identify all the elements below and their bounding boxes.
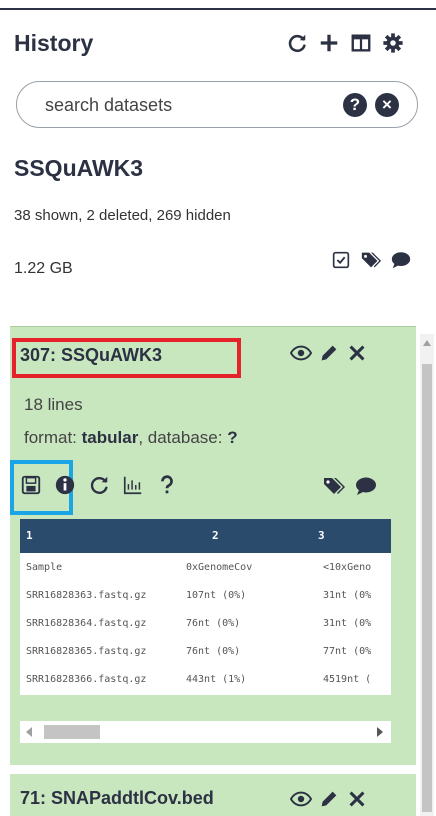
table-cell: SRR16828363.fastq.gz (26, 590, 147, 601)
dataset-title-2[interactable]: 71: SNAPaddtlCov.bed (20, 788, 214, 809)
table-cell: Sample (26, 562, 63, 573)
table-cell: 0xGenomeCov (186, 562, 253, 573)
table-cell: SRR16828366.fastq.gz (26, 674, 147, 685)
history-actions (330, 249, 412, 276)
clear-icon[interactable]: × (375, 93, 399, 117)
refresh-icon[interactable] (284, 29, 310, 57)
search-input[interactable] (45, 92, 305, 118)
dataset-peek-table: 1 2 3 Sample 0xGenomeCov <10xGeno SRR168… (20, 519, 391, 695)
scroll-up-arrow-icon[interactable] (423, 340, 431, 346)
database-label: , database: (138, 428, 223, 447)
columns-icon[interactable] (348, 29, 374, 57)
table-cell: 76nt (0%) (186, 646, 241, 657)
table-cell: 443nt (1%) (186, 674, 247, 685)
table-row: SRR16828365.fastq.gz 76nt (0%) 77nt (0% (20, 637, 391, 665)
table-cell: 4519nt ( (323, 674, 372, 685)
scroll-left-arrow-icon[interactable] (26, 727, 32, 737)
peek-header-row: 1 2 3 (20, 519, 391, 553)
save-icon[interactable] (18, 472, 44, 498)
dataset-actions (289, 342, 368, 369)
format-label: format: (24, 428, 77, 447)
table-cell: 77nt (0% (323, 646, 372, 657)
plus-icon[interactable] (316, 29, 342, 57)
visualize-chart-icon[interactable] (120, 472, 146, 498)
annotation-icon[interactable] (390, 249, 412, 276)
peek-col-header: 2 (212, 529, 219, 542)
history-counts: 38 shown, 2 deleted, 269 hidden (14, 207, 231, 224)
table-row: SRR16828363.fastq.gz 107nt (0%) 31nt (0% (20, 581, 391, 609)
search-bar: ? × (16, 81, 418, 128)
dataset-actions-2 (289, 788, 368, 815)
history-options (284, 29, 406, 57)
select-checkbox-icon[interactable] (330, 249, 352, 276)
dataset-tag-actions (322, 474, 378, 503)
pencil-icon[interactable] (318, 342, 340, 369)
table-cell: SRR16828364.fastq.gz (26, 618, 147, 629)
tags-icon[interactable] (360, 249, 382, 276)
info-icon[interactable] (52, 472, 78, 498)
scroll-right-arrow-icon[interactable] (377, 727, 383, 737)
scrollbar-thumb[interactable] (422, 364, 432, 812)
peek-col-header: 3 (318, 529, 325, 542)
horizontal-scrollbar-thumb[interactable] (44, 725, 100, 739)
table-cell: 76nt (0%) (186, 618, 241, 629)
tags-icon[interactable] (322, 474, 346, 503)
help-icon[interactable]: ? (343, 93, 367, 117)
dataset-lines: 18 lines (24, 395, 83, 414)
horizontal-scrollbar[interactable] (20, 721, 391, 743)
table-row: Sample 0xGenomeCov <10xGeno (20, 553, 391, 581)
table-cell: <10xGeno (323, 562, 372, 573)
top-border (0, 8, 436, 10)
eye-icon[interactable] (289, 788, 313, 815)
database-value[interactable]: ? (227, 428, 237, 447)
history-name[interactable]: SSQuAWK3 (14, 155, 143, 182)
delete-x-icon[interactable] (346, 788, 368, 815)
table-cell: 31nt (0% (323, 618, 372, 629)
pencil-icon[interactable] (318, 788, 340, 815)
history-size: 1.22 GB (14, 260, 73, 277)
eye-icon[interactable] (289, 342, 313, 369)
delete-x-icon[interactable] (346, 342, 368, 369)
table-cell: 107nt (0%) (186, 590, 247, 601)
format-value: tabular (81, 428, 139, 447)
table-row: SRR16828366.fastq.gz 443nt (1%) 4519nt ( (20, 665, 391, 693)
rerun-icon[interactable] (86, 472, 112, 498)
question-icon[interactable] (154, 472, 180, 498)
panel-title: History (14, 30, 94, 56)
table-cell: SRR16828365.fastq.gz (26, 646, 147, 657)
annotation-icon[interactable] (354, 474, 378, 503)
dataset-format: format: tabular, database: ? (24, 428, 238, 448)
gear-icon[interactable] (380, 29, 406, 57)
table-row: SRR16828364.fastq.gz 76nt (0%) 31nt (0% (20, 609, 391, 637)
vertical-scrollbar[interactable] (420, 334, 434, 816)
table-cell: 31nt (0% (323, 590, 372, 601)
dataset-toolbar (18, 472, 180, 498)
peek-col-header: 1 (26, 529, 33, 542)
dataset-title[interactable]: 307: SSQuAWK3 (20, 345, 162, 366)
